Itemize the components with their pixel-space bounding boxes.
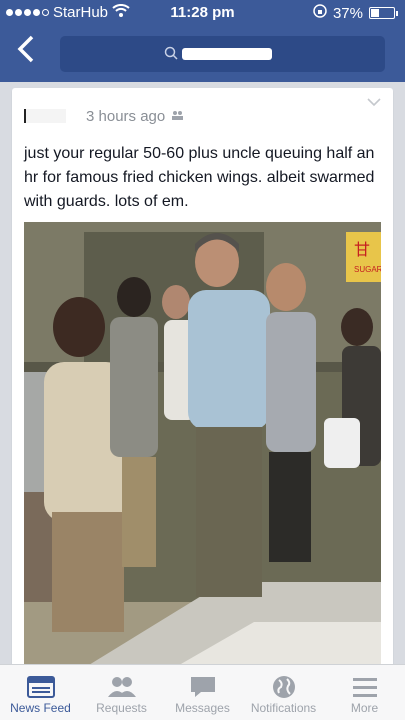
post-timestamp[interactable]: 3 hours ago (86, 108, 165, 125)
search-query-redacted (182, 48, 272, 60)
friends-audience-icon (171, 109, 185, 123)
globe-icon (243, 673, 324, 701)
tab-news-feed-label: News Feed (10, 701, 71, 715)
search-input[interactable] (60, 36, 385, 72)
chevron-down-icon (367, 98, 381, 107)
post-text: just your regular 50-60 plus uncle queui… (24, 145, 375, 210)
tab-requests-label: Requests (96, 701, 147, 715)
post-card: 3 hours ago just your regular 50-60 plus… (12, 88, 393, 668)
tab-requests[interactable]: Requests (81, 665, 162, 720)
tab-messages-label: Messages (175, 701, 230, 715)
bottom-tab-bar: News Feed Requests Messages Notification… (0, 664, 405, 720)
tab-news-feed[interactable]: News Feed (0, 665, 81, 720)
news-feed-icon (0, 673, 81, 701)
lock-rotation-icon (313, 4, 327, 22)
search-icon (164, 46, 178, 65)
messages-icon (162, 673, 243, 701)
back-button[interactable] (8, 34, 44, 74)
navigation-bar (0, 26, 405, 82)
tab-notifications-label: Notifications (250, 701, 317, 715)
post-options-button[interactable] (367, 94, 381, 112)
tab-more[interactable]: More (324, 665, 405, 720)
menu-icon (324, 673, 405, 701)
status-bar: StarHub 11:28 pm 37% (0, 0, 405, 26)
post-photo[interactable]: 甘 SUGAR (24, 222, 381, 668)
tab-notifications[interactable]: Notifications (243, 665, 324, 720)
battery-icon (369, 7, 398, 19)
tab-more-label: More (350, 701, 379, 715)
tab-messages[interactable]: Messages (162, 665, 243, 720)
battery-percentage: 37% (332, 4, 363, 22)
chevron-left-icon (17, 35, 34, 63)
friends-icon (81, 673, 162, 701)
sign-character: 甘 (354, 240, 370, 259)
sign-text: SUGAR (354, 265, 381, 274)
author-name-redacted[interactable] (24, 109, 66, 123)
